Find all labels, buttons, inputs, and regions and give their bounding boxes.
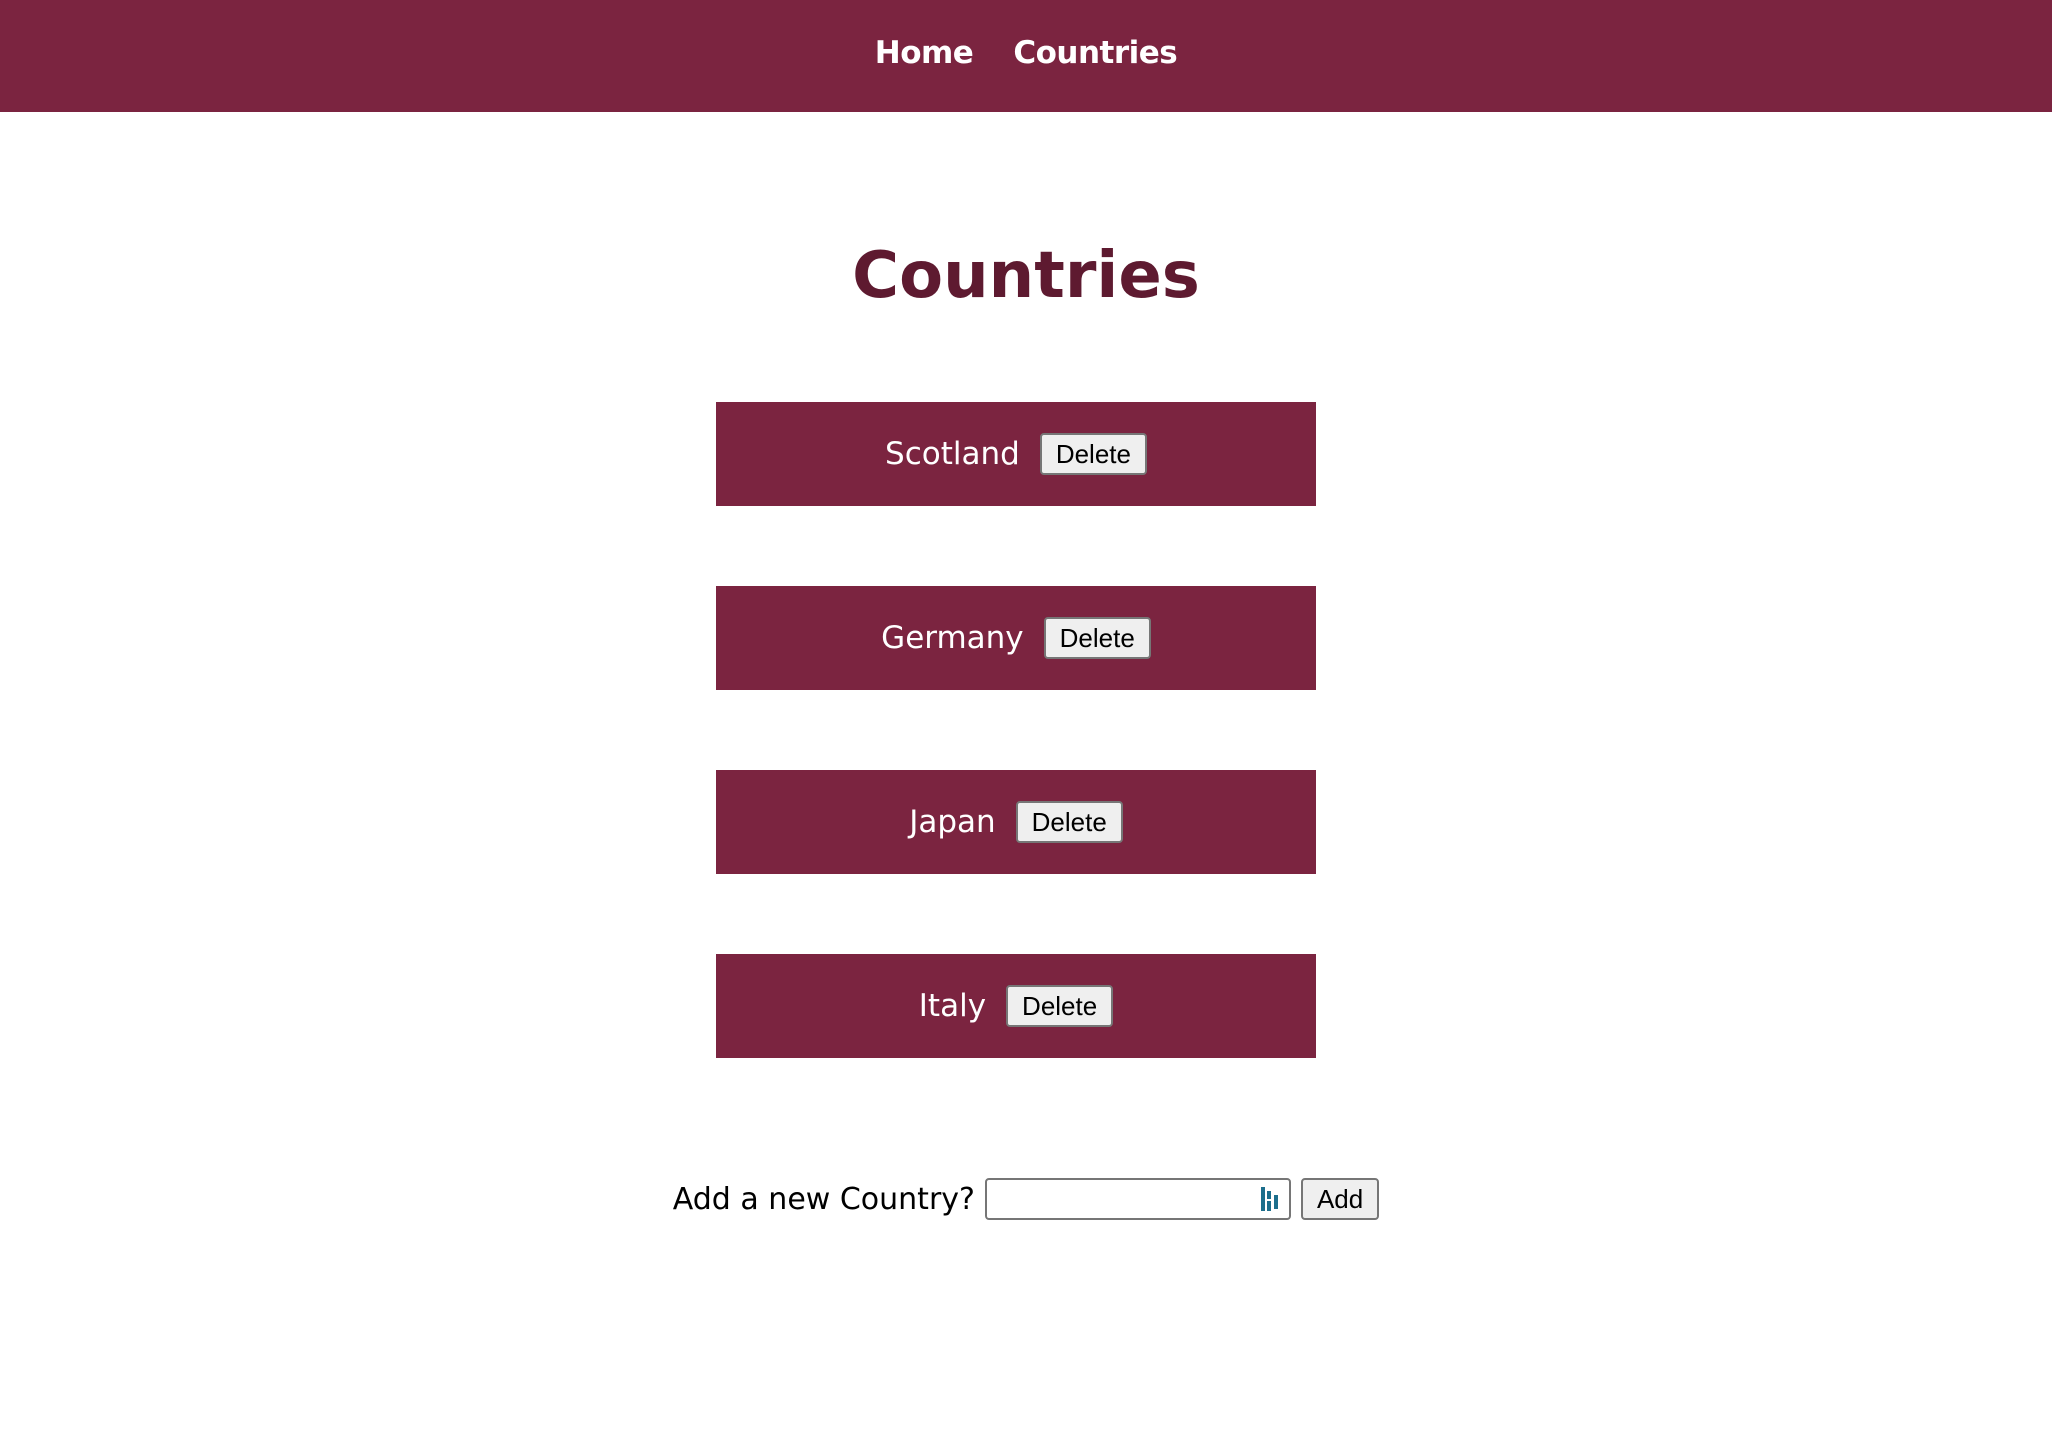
password-manager-icon[interactable] bbox=[1259, 1186, 1281, 1212]
top-navbar: Home Countries bbox=[0, 0, 2052, 112]
nav-link-countries[interactable]: Countries bbox=[1013, 35, 1177, 71]
delete-japan-button[interactable]: Delete bbox=[1015, 801, 1123, 843]
country-item-japan: Japan Delete bbox=[716, 770, 1316, 874]
country-name: Italy bbox=[918, 988, 987, 1024]
add-country-input-wrapper bbox=[984, 1178, 1291, 1220]
country-name: Japan bbox=[909, 804, 996, 840]
page-title: Countries bbox=[852, 239, 1200, 313]
add-country-label: Add a new Country? bbox=[672, 1181, 975, 1217]
country-name: Scotland bbox=[885, 436, 1020, 472]
country-item-italy: Italy Delete bbox=[716, 954, 1316, 1058]
add-country-input[interactable] bbox=[984, 1178, 1291, 1220]
country-list: Scotland Delete Germany Delete Japan Del… bbox=[716, 402, 1316, 1138]
country-item-scotland: Scotland Delete bbox=[716, 402, 1316, 506]
delete-germany-button[interactable]: Delete bbox=[1043, 617, 1151, 659]
nav-link-home[interactable]: Home bbox=[875, 35, 974, 71]
country-item-germany: Germany Delete bbox=[716, 586, 1316, 690]
add-country-button[interactable]: Add bbox=[1300, 1178, 1380, 1220]
country-name: Germany bbox=[881, 620, 1024, 656]
add-country-form: Add a new Country? Add bbox=[0, 1178, 2052, 1220]
delete-italy-button[interactable]: Delete bbox=[1006, 985, 1114, 1027]
delete-scotland-button[interactable]: Delete bbox=[1039, 433, 1147, 475]
